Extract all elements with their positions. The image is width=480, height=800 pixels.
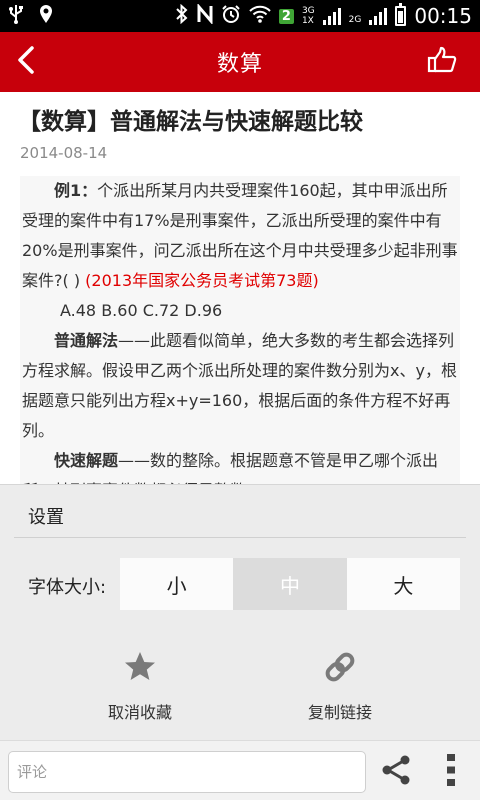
font-size-label: 字体大小: (28, 577, 107, 598)
article-date: 2014-08-14 (20, 144, 108, 162)
usb-icon (8, 4, 24, 28)
wifi-icon (249, 5, 271, 27)
font-size-selector: 小 中 大 (120, 558, 460, 610)
notification-badge: 2 (278, 8, 294, 24)
nfc-icon (197, 2, 213, 28)
status-bar: 2 3G 1X 2G 00:15 (0, 0, 480, 32)
font-size-large-button[interactable]: 大 (346, 558, 460, 610)
alarm-icon (221, 4, 241, 28)
paragraph-example: 例1：个派出所某月内共受理案件160起，其中甲派出所受理的案件中有17%是刑事案… (22, 176, 458, 296)
page-title: 数算 (216, 52, 263, 77)
network-2g-label: 2G (348, 15, 362, 25)
article: 【数算】普通解法与快速解题比较 2014-08-14 例1：个派出所某月内共受理… (0, 92, 480, 484)
comment-input[interactable] (8, 751, 366, 793)
more-button[interactable] (436, 751, 466, 793)
battery-icon (395, 3, 407, 26)
unfavorite-button[interactable]: 取消收藏 (60, 647, 220, 727)
copy-link-button[interactable]: 复制链接 (260, 647, 420, 727)
font-size-medium-button[interactable]: 中 (233, 558, 347, 610)
share-icon (379, 753, 413, 791)
share-button[interactable] (376, 753, 416, 791)
bottom-bar (0, 740, 480, 800)
copy-link-label: 复制链接 (307, 703, 372, 722)
network-1x-label: 1X (301, 16, 314, 26)
settings-title: 设置 (28, 507, 64, 528)
article-body: 例1：个派出所某月内共受理案件160起，其中甲派出所受理的案件中有17%是刑事案… (20, 176, 460, 484)
settings-panel: 设置 字体大小: 小 中 大 取消收藏 复制链接 (0, 484, 480, 740)
paragraph-quick-method: 快速解题——数的整除。根据题意不管是甲乙哪个派出所，其刑事案件数都必须是整数。 (22, 446, 458, 484)
back-button[interactable] (16, 42, 56, 82)
quick-method-label: 快速解题 (54, 451, 119, 470)
answer-options: A.48 B.60 C.72 D.96 (60, 301, 223, 320)
example-source: (2013年国家公务员考试第73题) (85, 271, 319, 290)
normal-method-label: 普通解法 (54, 331, 119, 350)
article-title: 【数算】普通解法与快速解题比较 (18, 109, 363, 135)
divider (14, 537, 466, 538)
example-label: 例1： (54, 181, 98, 200)
like-button[interactable] (424, 44, 460, 80)
clock: 00:15 (414, 4, 472, 28)
font-size-small-button[interactable]: 小 (120, 558, 234, 610)
star-icon (123, 647, 157, 687)
link-icon (322, 647, 358, 687)
bluetooth-icon (175, 3, 189, 28)
signal-2-icon (369, 7, 388, 25)
thumbs-up-icon (427, 46, 457, 78)
location-icon (38, 4, 54, 28)
chevron-left-icon (16, 45, 36, 79)
network-type: 3G 1X (302, 6, 315, 26)
app-header: 数算 (0, 32, 480, 92)
signal-icon (322, 7, 341, 25)
unfavorite-label: 取消收藏 (107, 703, 172, 722)
network-3g-label: 3G (301, 6, 315, 16)
more-vertical-icon (446, 752, 456, 792)
paragraph-normal-method: 普通解法——此题看似简单，绝大多数的考生都会选择列方程求解。假设甲乙两个派出所处… (22, 326, 458, 446)
